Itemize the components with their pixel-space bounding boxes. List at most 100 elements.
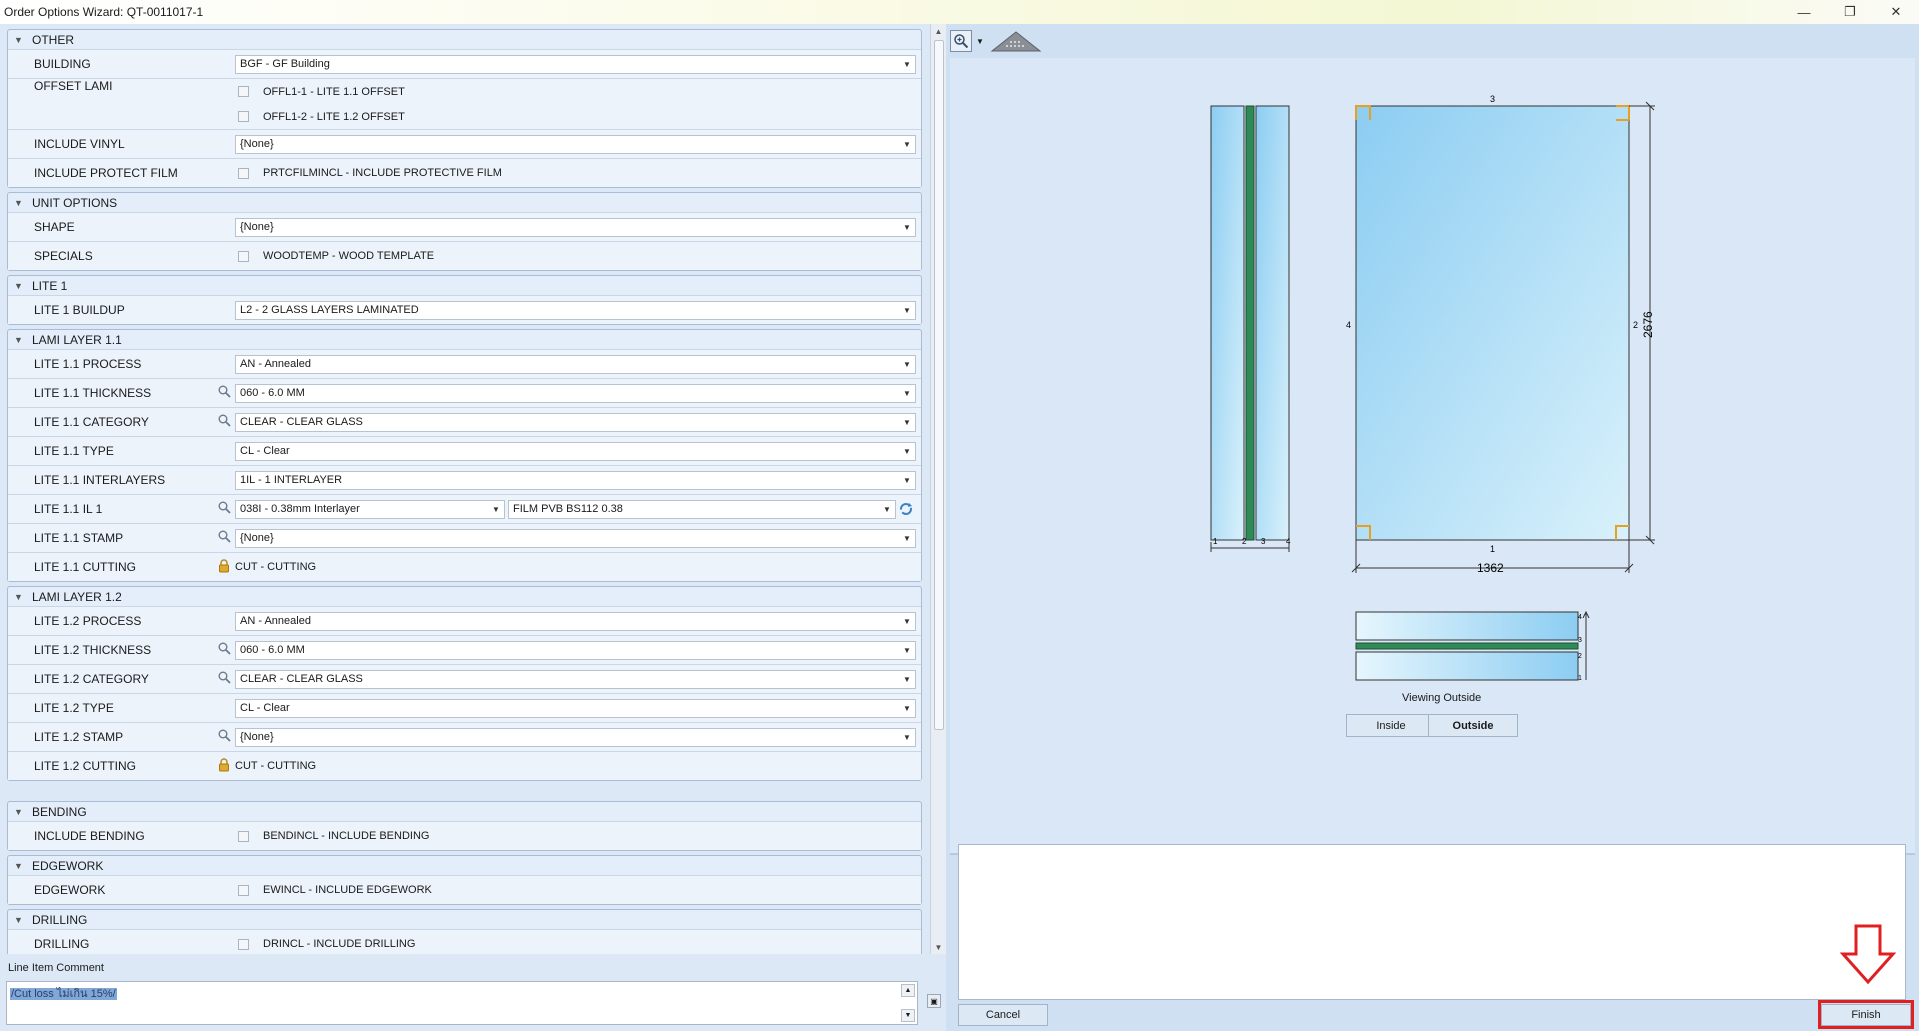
row-icon-slot [213, 529, 235, 547]
checkbox[interactable] [238, 884, 249, 896]
chevron-down-icon[interactable]: ▼ [899, 729, 915, 746]
search-icon[interactable] [218, 729, 231, 745]
group-header-unit-options[interactable]: ▼ UNIT OPTIONS [8, 193, 921, 212]
combo-value: {None} [240, 731, 274, 743]
search-icon[interactable] [218, 530, 231, 546]
group-header-drilling[interactable]: ▼ DRILLING [8, 910, 921, 929]
comment-expand-button[interactable]: ▣ [927, 994, 941, 1008]
chevron-down-icon[interactable]: ▼ [488, 501, 504, 518]
comment-scrollbar[interactable]: ▲ ▼ [901, 984, 915, 1022]
chevron-down-icon[interactable]: ▼ [899, 530, 915, 547]
chevron-down-icon[interactable]: ▼ [899, 302, 915, 319]
chevron-down-icon[interactable]: ▼ [899, 385, 915, 402]
chevron-down-icon[interactable]: ▼ [899, 671, 915, 688]
close-button[interactable]: ✕ [1873, 0, 1919, 24]
include-vinyl-combo[interactable]: {None} ▼ [235, 134, 916, 154]
checkbox[interactable] [238, 830, 249, 842]
option-row-lite-1-1-stamp: LITE 1.1 STAMP {None} ▼ [8, 523, 921, 552]
group-bending: ▼ BENDING INCLUDE BENDING BENDINCL - INCLUD… [7, 801, 922, 851]
collapse-icon[interactable]: ▼ [14, 35, 24, 45]
checkbox-option[interactable]: OFFL1-2 - LITE 1.2 OFFSET [238, 104, 405, 129]
collapse-icon[interactable]: ▼ [14, 861, 24, 871]
group-header-other[interactable]: ▼ OTHER [8, 30, 921, 49]
checkbox-option[interactable]: DRINCL - INCLUDE DRILLING [238, 932, 415, 955]
search-icon[interactable] [218, 385, 231, 401]
checkbox[interactable] [238, 938, 249, 950]
option-row-lite-1-1-il-1: LITE 1.1 IL 1 038I - 0.38mm Interlayer ▼ FI… [8, 494, 921, 523]
building-combo[interactable]: BGF - GF Building ▼ [235, 54, 916, 74]
chevron-down-icon[interactable]: ▼ [899, 356, 915, 373]
group-header-lite-1[interactable]: ▼ LITE 1 [8, 276, 921, 295]
comment-textbox[interactable]: /Cut loss ไม่เกิน 15%/ ▲ ▼ [6, 981, 918, 1025]
comment-scroll-up[interactable]: ▲ [901, 984, 915, 997]
scroll-down-arrow[interactable]: ▼ [931, 940, 946, 954]
checkbox-option[interactable]: WOODTEMP - WOOD TEMPLATE [238, 244, 434, 269]
collapse-icon[interactable]: ▼ [14, 198, 24, 208]
preview-notes-box[interactable] [958, 844, 1906, 1000]
options-scrollbar[interactable]: ▲ ▼ [930, 24, 946, 954]
scroll-thumb[interactable] [934, 40, 944, 730]
lite-1-1-type-combo[interactable]: CL - Clear ▼ [235, 441, 916, 461]
chevron-down-icon[interactable]: ▼ [899, 613, 915, 630]
restore-button[interactable]: ❐ [1827, 0, 1873, 24]
checkbox-option[interactable]: PRTCFILMINCL - INCLUDE PROTECTIVE FILM [238, 161, 502, 186]
chevron-down-icon[interactable]: ▼ [899, 642, 915, 659]
chevron-down-icon[interactable]: ▼ [899, 414, 915, 431]
chevron-down-icon[interactable]: ▼ [899, 56, 915, 73]
minimize-button[interactable]: — [1781, 0, 1827, 24]
lite-1-1-thickness-combo[interactable]: 060 - 6.0 MM ▼ [235, 383, 916, 403]
cancel-button[interactable]: Cancel [958, 1004, 1048, 1026]
group-header-edgework[interactable]: ▼ EDGEWORK [8, 856, 921, 875]
checkbox[interactable] [238, 86, 249, 97]
group-header-lami-layer-1-1[interactable]: ▼ LAMI LAYER 1.1 [8, 330, 921, 349]
search-icon[interactable] [218, 414, 231, 430]
lite-1-1-interlayers-combo[interactable]: 1IL - 1 INTERLAYER ▼ [235, 470, 916, 490]
options-scroll-area[interactable]: ▼ OTHER BUILDING BGF - GF Building ▼ OFFSET L… [0, 24, 930, 954]
shape-view-icon[interactable] [990, 29, 1042, 53]
search-icon[interactable] [218, 501, 231, 517]
height-dimension: 2676 [1641, 311, 1655, 338]
collapse-icon[interactable]: ▼ [14, 281, 24, 291]
lite-1-buildup-combo[interactable]: L2 - 2 GLASS LAYERS LAMINATED ▼ [235, 300, 916, 320]
checkbox-option[interactable]: OFFL1-1 - LITE 1.1 OFFSET [238, 79, 405, 104]
lite-1-1-il-1-combo[interactable]: 038I - 0.38mm Interlayer ▼ [235, 499, 505, 519]
search-icon[interactable] [218, 671, 231, 687]
lite-1-1-stamp-combo[interactable]: {None} ▼ [235, 528, 916, 548]
checkbox-option[interactable]: EWINCL - INCLUDE EDGEWORK [238, 878, 432, 903]
checkbox[interactable] [238, 167, 249, 179]
group-title: LAMI LAYER 1.2 [32, 589, 122, 604]
zoom-icon[interactable] [950, 30, 972, 52]
chevron-down-icon[interactable]: ▼ [899, 219, 915, 236]
lite-1-1-process-combo[interactable]: AN - Annealed ▼ [235, 354, 916, 374]
collapse-icon[interactable]: ▼ [14, 807, 24, 817]
lite-1-2-stamp-combo[interactable]: {None} ▼ [235, 727, 916, 747]
collapse-icon[interactable]: ▼ [14, 335, 24, 345]
collapse-icon[interactable]: ▼ [14, 915, 24, 925]
chevron-down-icon[interactable]: ▼ [899, 472, 915, 489]
scroll-up-arrow[interactable]: ▲ [931, 24, 946, 38]
group-header-lami-layer-1-2[interactable]: ▼ LAMI LAYER 1.2 [8, 587, 921, 606]
checkbox-option[interactable]: BENDINCL - INCLUDE BENDING [238, 824, 429, 849]
shape-combo[interactable]: {None} ▼ [235, 217, 916, 237]
chevron-down-icon[interactable]: ▼ [899, 136, 915, 153]
inside-view-button[interactable]: Inside [1346, 714, 1436, 737]
collapse-icon[interactable]: ▼ [14, 592, 24, 602]
lite-1-1-il-1-material-combo[interactable]: FILM PVB BS112 0.38 ▼ [508, 499, 896, 519]
refresh-icon[interactable] [896, 502, 916, 516]
option-field: EWINCL - INCLUDE EDGEWORK [235, 878, 921, 903]
checkbox[interactable] [238, 250, 249, 262]
zoom-dropdown-icon[interactable]: ▼ [976, 37, 984, 46]
checkbox[interactable] [238, 111, 249, 122]
comment-scroll-down[interactable]: ▼ [901, 1009, 915, 1022]
chevron-down-icon[interactable]: ▼ [899, 443, 915, 460]
outside-view-button[interactable]: Outside [1428, 714, 1518, 737]
lite-1-2-thickness-combo[interactable]: 060 - 6.0 MM ▼ [235, 640, 916, 660]
chevron-down-icon[interactable]: ▼ [879, 501, 895, 518]
lite-1-2-category-combo[interactable]: CLEAR - CLEAR GLASS ▼ [235, 669, 916, 689]
chevron-down-icon[interactable]: ▼ [899, 700, 915, 717]
lite-1-2-process-combo[interactable]: AN - Annealed ▼ [235, 611, 916, 631]
search-icon[interactable] [218, 642, 231, 658]
lite-1-1-category-combo[interactable]: CLEAR - CLEAR GLASS ▼ [235, 412, 916, 432]
lite-1-2-type-combo[interactable]: CL - Clear ▼ [235, 698, 916, 718]
group-header-bending[interactable]: ▼ BENDING [8, 802, 921, 821]
